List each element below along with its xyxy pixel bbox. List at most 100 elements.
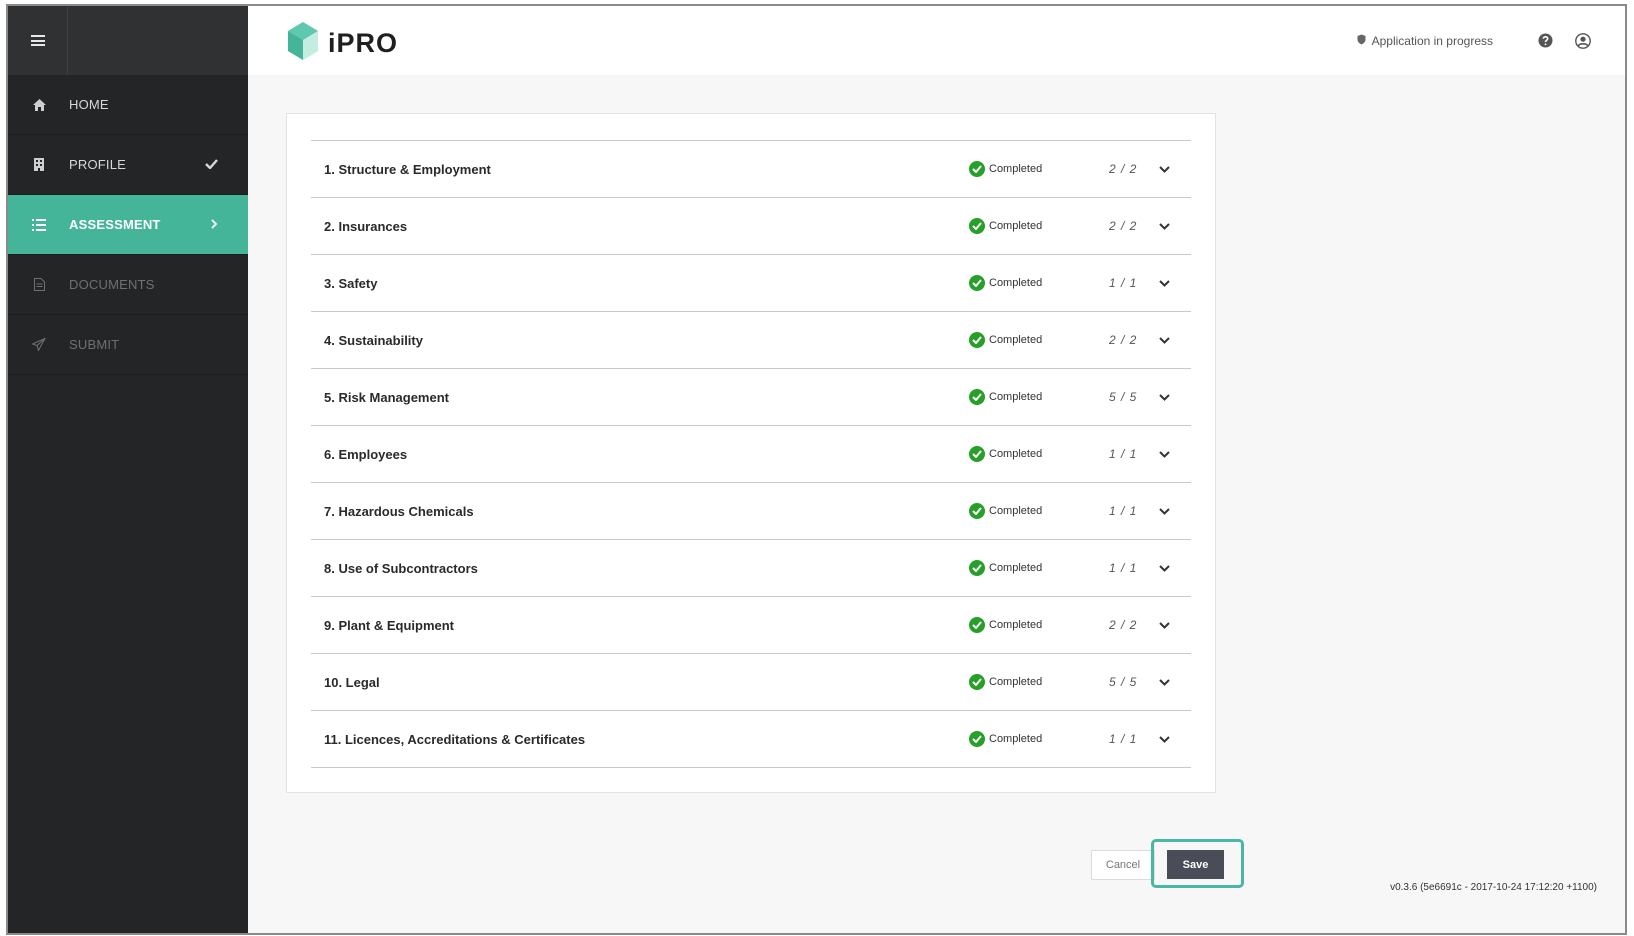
section-title: 10. Legal	[324, 674, 380, 690]
chevron-down-icon[interactable]	[1157, 504, 1171, 518]
status-text: Completed	[989, 391, 1043, 403]
section-row[interactable]: 11. Licences, Accreditations & Certifica…	[311, 711, 1191, 768]
status-text: Completed	[989, 163, 1043, 175]
section-title: 1. Structure & Employment	[324, 161, 491, 177]
status-badge: Completed	[969, 560, 1042, 576]
check-circle-icon	[969, 332, 985, 348]
status-text: Completed	[989, 505, 1043, 517]
header-actions: Application in progress	[1357, 6, 1591, 75]
section-row[interactable]: 3. Safety Completed 1 / 1	[311, 255, 1191, 312]
status-text: Completed	[989, 676, 1043, 688]
section-title: 11. Licences, Accreditations & Certifica…	[324, 731, 586, 747]
send-icon	[32, 338, 46, 352]
check-circle-icon	[969, 161, 985, 177]
status-badge: Completed	[969, 275, 1042, 291]
sidebar-item-submit[interactable]: SUBMIT	[8, 315, 248, 375]
status-badge: Completed	[969, 503, 1042, 519]
chevron-down-icon[interactable]	[1157, 561, 1171, 575]
section-progress: 1 / 1	[1109, 447, 1138, 461]
chevron-down-icon[interactable]	[1157, 390, 1171, 404]
section-row[interactable]: 6. Employees Completed 1 / 1	[311, 426, 1191, 483]
document-icon	[32, 278, 46, 292]
sidebar-item-home[interactable]: HOME	[8, 75, 248, 135]
chevron-down-icon[interactable]	[1157, 276, 1171, 290]
hexagon-logo-icon	[288, 22, 318, 65]
app-name: iPRO	[328, 28, 399, 58]
status-badge: Completed	[969, 617, 1042, 633]
version-info: v0.3.6 (5e6691c - 2017-10-24 17:12:20 +1…	[1390, 882, 1597, 893]
section-progress: 2 / 2	[1109, 162, 1138, 176]
check-circle-icon	[969, 731, 985, 747]
status-text: Completed	[989, 334, 1043, 346]
building-icon	[32, 158, 46, 172]
chevron-down-icon[interactable]	[1157, 219, 1171, 233]
section-row[interactable]: 5. Risk Management Completed 5 / 5	[311, 369, 1191, 426]
section-progress: 5 / 5	[1109, 675, 1138, 689]
section-title: 9. Plant & Equipment	[324, 617, 455, 633]
section-progress: 1 / 1	[1109, 276, 1138, 290]
section-title: 5. Risk Management	[324, 389, 449, 405]
check-circle-icon	[969, 560, 985, 576]
check-circle-icon	[969, 218, 985, 234]
section-row[interactable]: 2. Insurances Completed 2 / 2	[311, 198, 1191, 255]
sidebar-item-documents[interactable]: DOCUMENTS	[8, 255, 248, 315]
section-title: 3. Safety	[324, 275, 378, 291]
section-progress: 1 / 1	[1109, 504, 1138, 518]
shield-icon	[1357, 34, 1366, 48]
check-circle-icon	[969, 503, 985, 519]
sidebar-item-label: HOME	[69, 97, 109, 112]
status-badge: Completed	[969, 161, 1042, 177]
assessment-card: 1. Structure & Employment Completed 2 / 2 2…	[286, 113, 1216, 793]
check-circle-icon	[969, 446, 985, 462]
list-icon	[32, 218, 46, 232]
chevron-down-icon[interactable]	[1157, 333, 1171, 347]
assessment-section-list: 1. Structure & Employment Completed 2 / 2 2…	[311, 140, 1191, 768]
user-icon[interactable]	[1575, 32, 1591, 49]
help-icon[interactable]	[1537, 33, 1553, 49]
chevron-down-icon[interactable]	[1157, 162, 1171, 176]
check-circle-icon	[969, 275, 985, 291]
sidebar-item-label: PROFILE	[69, 157, 127, 172]
cancel-button[interactable]: Cancel	[1091, 850, 1155, 880]
chevron-right-icon	[211, 216, 218, 234]
section-title: 2. Insurances	[324, 218, 408, 234]
section-row[interactable]: 4. Sustainability Completed 2 / 2	[311, 312, 1191, 369]
application-status: Application in progress	[1357, 34, 1493, 48]
status-badge: Completed	[969, 332, 1042, 348]
sidebar-item-label: SUBMIT	[69, 337, 120, 352]
sidebar: HOME PROFILE ASSESSMENT DOCUMENTS SUBMIT	[8, 6, 248, 933]
home-icon	[32, 98, 46, 112]
app-window: HOME PROFILE ASSESSMENT DOCUMENTS SUBMIT…	[6, 4, 1627, 935]
section-title: 4. Sustainability	[324, 332, 423, 348]
chevron-down-icon[interactable]	[1157, 447, 1171, 461]
section-row[interactable]: 8. Use of Subcontractors Completed 1 / 1	[311, 540, 1191, 597]
chevron-down-icon[interactable]	[1157, 618, 1171, 632]
section-title: 6. Employees	[324, 446, 408, 462]
section-progress: 2 / 2	[1109, 333, 1138, 347]
sidebar-item-profile[interactable]: PROFILE	[8, 135, 248, 195]
status-text: Completed	[989, 733, 1043, 745]
section-title: 8. Use of Subcontractors	[324, 560, 478, 576]
check-icon	[205, 156, 218, 174]
hamburger-icon	[30, 35, 45, 46]
sidebar-item-assessment[interactable]: ASSESSMENT	[8, 195, 248, 255]
status-badge: Completed	[969, 218, 1042, 234]
chevron-down-icon[interactable]	[1157, 675, 1171, 689]
check-circle-icon	[969, 617, 985, 633]
section-row[interactable]: 7. Hazardous Chemicals Completed 1 / 1	[311, 483, 1191, 540]
sidebar-item-label: DOCUMENTS	[69, 277, 155, 292]
section-progress: 1 / 1	[1109, 561, 1138, 575]
section-row[interactable]: 9. Plant & Equipment Completed 2 / 2	[311, 597, 1191, 654]
app-logo[interactable]: iPRO	[288, 22, 398, 65]
sidebar-item-label: ASSESSMENT	[69, 217, 161, 232]
section-row[interactable]: 1. Structure & Employment Completed 2 / 2	[311, 141, 1191, 198]
status-badge: Completed	[969, 446, 1042, 462]
save-button[interactable]: Save	[1167, 850, 1224, 879]
section-row[interactable]: 10. Legal Completed 5 / 5	[311, 654, 1191, 711]
status-text: Completed	[989, 562, 1043, 574]
chevron-down-icon[interactable]	[1157, 732, 1171, 746]
status-text: Application in progress	[1371, 33, 1493, 48]
menu-toggle-button[interactable]	[8, 6, 68, 75]
status-text: Completed	[989, 277, 1043, 289]
status-badge: Completed	[969, 731, 1042, 747]
